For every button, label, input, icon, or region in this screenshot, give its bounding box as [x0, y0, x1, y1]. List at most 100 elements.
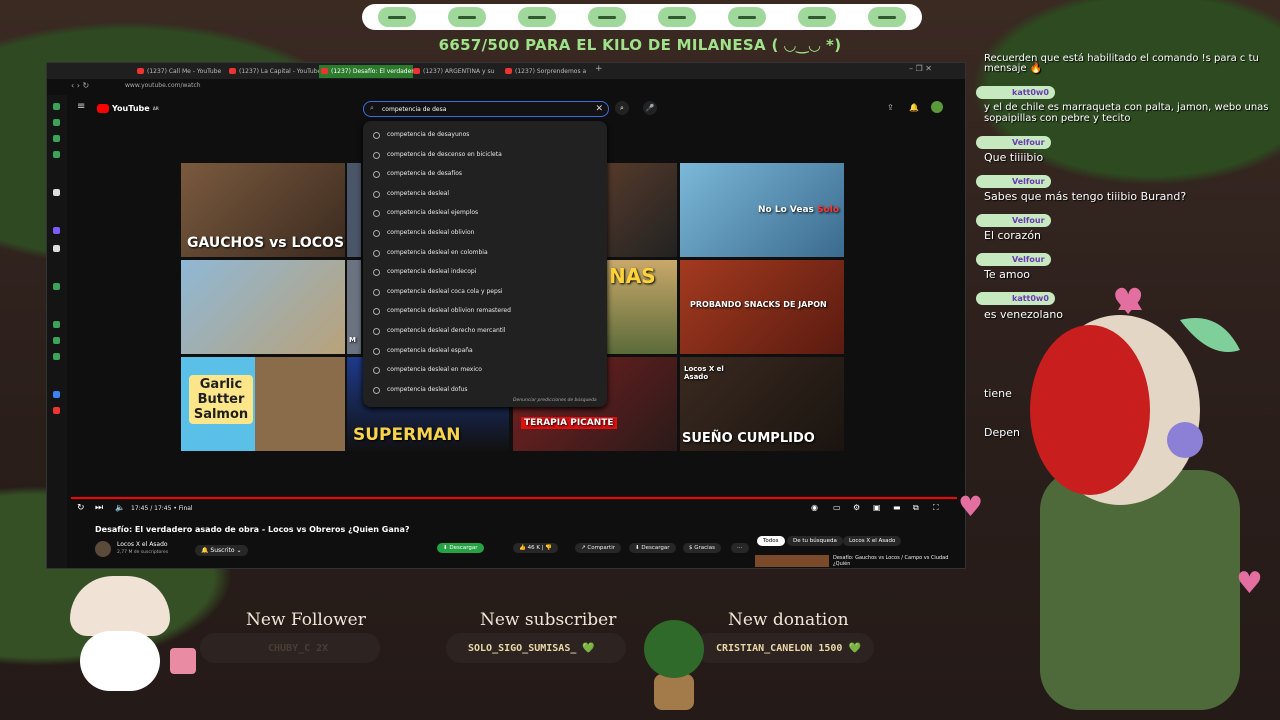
- sidebar-app-icon[interactable]: [53, 337, 60, 344]
- subscribed-button[interactable]: 🔔 Suscrito ⌄: [195, 545, 248, 556]
- search-icon: [373, 230, 380, 237]
- new-follower-title: New Follower: [246, 610, 366, 630]
- address-bar[interactable]: ‹ › ↻ www.youtube.com/watch: [47, 79, 965, 95]
- search-suggestion-text: competencia desleal: [387, 189, 450, 197]
- search-box[interactable]: ⌕ ✕: [363, 101, 609, 117]
- recommended-thumbnail[interactable]: [755, 555, 829, 567]
- frog-emote-icon: [658, 7, 696, 27]
- video-thumbnail[interactable]: Garlic Butter Salmon: [181, 357, 345, 451]
- recommended-title[interactable]: Desafío: Gauchos vs Locos / Campo vs Ciu…: [833, 555, 953, 567]
- microphone-icon[interactable]: 🎤: [643, 101, 657, 115]
- search-suggestion-item[interactable]: competencia desleal coca cola y pepsi: [363, 286, 607, 298]
- search-suggestion-item[interactable]: competencia desleal españa: [363, 345, 607, 357]
- search-suggestion-item[interactable]: competencia de descenso en bicicleta: [363, 149, 607, 161]
- sidebar-app-icon[interactable]: [53, 103, 60, 110]
- search-suggestion-item[interactable]: competencia desleal derecho mercantil: [363, 325, 607, 337]
- search-icon: [373, 328, 380, 335]
- video-thumbnail[interactable]: [347, 163, 361, 257]
- report-predictions-link[interactable]: Denunciar predicciones de búsqueda: [513, 398, 597, 403]
- youtube-logo[interactable]: YouTube AR: [97, 104, 159, 113]
- download-promo-button[interactable]: ⬇ Descargar: [437, 543, 484, 553]
- browser-tab-active[interactable]: (1237) Desafío: El verdadero: [319, 65, 413, 78]
- video-thumbnail[interactable]: M: [347, 260, 361, 354]
- sidebar-app-icon[interactable]: [53, 135, 60, 142]
- new-tab-icon[interactable]: +: [595, 64, 603, 74]
- sidebar-app-icon[interactable]: [53, 151, 60, 158]
- search-suggestion-item[interactable]: competencia de desayunos: [363, 129, 607, 141]
- channel-name[interactable]: Locos X el Asado: [117, 541, 168, 548]
- like-button[interactable]: 👍 46 K | 👎: [513, 543, 559, 553]
- search-suggestion-item[interactable]: competencia desleal: [363, 188, 607, 200]
- search-suggestion-item[interactable]: competencia desleal en colombia: [363, 247, 607, 259]
- upload-icon[interactable]: ⇪: [887, 103, 894, 112]
- sidebar-app-icon[interactable]: [53, 407, 60, 414]
- thanks-button[interactable]: $ Gracias: [683, 543, 721, 553]
- video-thumbnail[interactable]: PROBANDO SNACKS DE JAPON: [680, 260, 844, 354]
- next-icon[interactable]: ⏭: [95, 503, 103, 513]
- character-body: [1040, 470, 1240, 710]
- browser-tab[interactable]: (1237) ARGENTINA y su: [411, 65, 505, 78]
- search-suggestion-item[interactable]: competencia desleal dofus: [363, 384, 607, 396]
- video-thumbnail[interactable]: NAS: [607, 260, 677, 354]
- chip-channel[interactable]: Locos X el Asado: [843, 536, 902, 546]
- avatar[interactable]: [931, 101, 943, 113]
- browser-tab[interactable]: (1237) Sorprendemos a: [503, 65, 601, 78]
- replay-icon[interactable]: ↻: [77, 503, 85, 513]
- chip-from-search[interactable]: De tu búsqueda: [787, 536, 843, 546]
- volume-icon[interactable]: 🔈: [115, 503, 125, 512]
- search-suggestion-item[interactable]: competencia desleal oblivion remastered: [363, 305, 607, 317]
- theater-icon[interactable]: ▬: [893, 503, 901, 512]
- chip-all[interactable]: Todos: [757, 536, 785, 546]
- search-suggestion-item[interactable]: competencia desleal ejemplos: [363, 207, 607, 219]
- frog-emote-icon: [798, 7, 836, 27]
- more-actions-icon[interactable]: ⋯: [731, 543, 749, 553]
- sidebar-app-icon[interactable]: [53, 227, 60, 234]
- cast-icon[interactable]: ⧉: [913, 503, 919, 513]
- search-suggestion-item[interactable]: competencia desleal oblivion: [363, 227, 607, 239]
- fullscreen-icon[interactable]: ⛶: [933, 503, 939, 513]
- search-suggestion-item[interactable]: competencia de desafíos: [363, 168, 607, 180]
- search-suggestion-text: competencia desleal en mexico: [387, 366, 482, 374]
- character-eye: [1167, 422, 1203, 458]
- video-thumbnail[interactable]: Locos X el Asado SUEÑO CUMPLIDO: [680, 357, 844, 451]
- browser-tab[interactable]: (1237) La Capital - YouTube: [227, 65, 321, 78]
- window-controls[interactable]: – ❐ ✕: [909, 64, 932, 73]
- sidebar-app-icon[interactable]: [53, 283, 60, 290]
- video-thumbnail[interactable]: GAUCHOS vs LOCOS: [181, 163, 345, 257]
- notifications-icon[interactable]: 🔔: [909, 103, 919, 112]
- autoplay-toggle-icon[interactable]: ◉: [811, 503, 818, 512]
- country-code: AR: [152, 106, 159, 111]
- sidebar-app-icon[interactable]: [53, 119, 60, 126]
- search-icon: [373, 210, 380, 218]
- sidebar-app-icon[interactable]: [53, 189, 60, 196]
- search-button-icon[interactable]: ⌕: [615, 101, 629, 115]
- search-suggestion-text: competencia desleal españa: [387, 346, 473, 354]
- channel-avatar[interactable]: [95, 541, 111, 557]
- settings-icon[interactable]: ⚙: [853, 503, 860, 512]
- subtitles-icon[interactable]: ▭: [833, 503, 841, 512]
- download-button[interactable]: ⬇ Descargar: [629, 543, 676, 553]
- subscriber-count: 2,77 M de suscriptores: [117, 550, 169, 555]
- miniplayer-icon[interactable]: ▣: [873, 503, 881, 512]
- new-donation-title: New donation: [728, 610, 849, 630]
- sidebar-app-icon[interactable]: [53, 391, 60, 398]
- sidebar-app-icon[interactable]: [53, 321, 60, 328]
- sidebar-app-icon[interactable]: [53, 245, 60, 252]
- search-suggestion-item[interactable]: competencia desleal indecopi: [363, 266, 607, 278]
- browser-tab[interactable]: (1237) Call Me - YouTube: [135, 65, 229, 78]
- thumbnail-title: PROBANDO SNACKS DE JAPON: [690, 300, 827, 309]
- video-thumbnail[interactable]: [181, 260, 345, 354]
- menu-icon[interactable]: ≡: [77, 101, 85, 112]
- video-thumbnail[interactable]: No Lo Veas Solo: [680, 163, 844, 257]
- video-thumbnail[interactable]: [607, 163, 677, 257]
- like-count: 46 K: [527, 545, 540, 551]
- video-progress-bar[interactable]: [71, 497, 957, 499]
- search-suggestion-item[interactable]: competencia desleal en mexico: [363, 364, 607, 376]
- url-text[interactable]: www.youtube.com/watch: [125, 82, 201, 89]
- search-input[interactable]: [382, 103, 582, 115]
- sidebar-app-icon[interactable]: [53, 353, 60, 360]
- thumbnail-title: NAS: [609, 264, 656, 288]
- clear-search-icon[interactable]: ✕: [595, 102, 603, 116]
- back-icon[interactable]: ‹ › ↻: [71, 81, 89, 90]
- share-button[interactable]: ↗ Compartir: [575, 543, 621, 553]
